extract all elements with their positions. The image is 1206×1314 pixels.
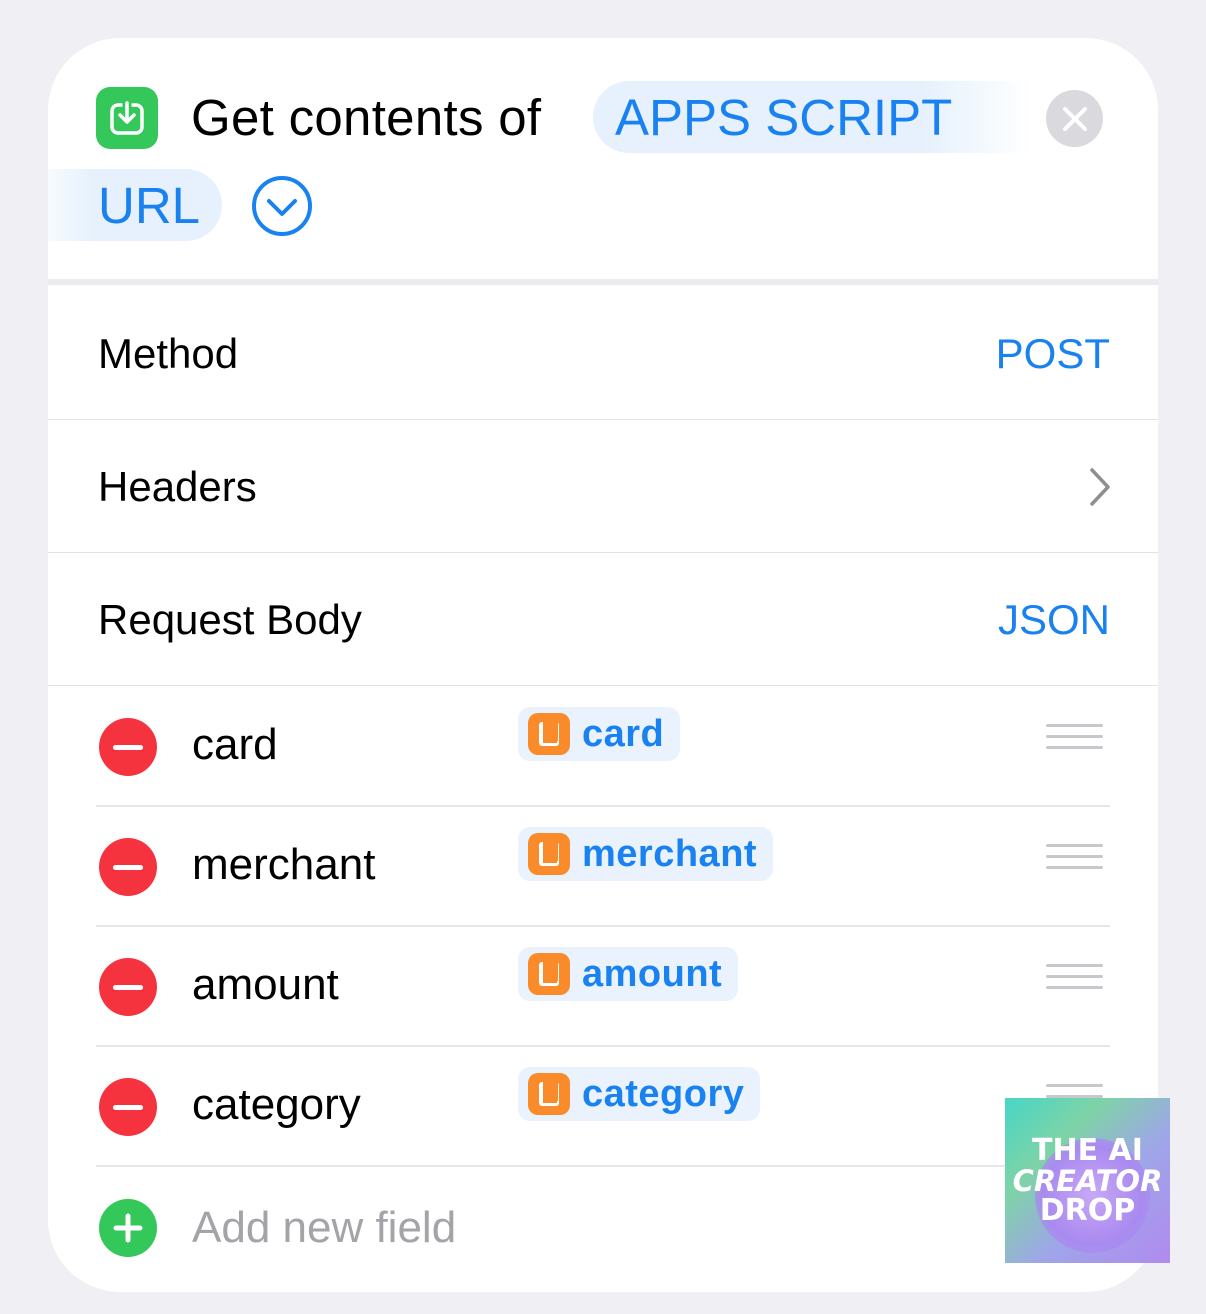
request-body-label: Request Body <box>98 595 362 643</box>
remove-field-button[interactable] <box>99 838 157 896</box>
field-value-token[interactable]: category <box>518 1067 761 1121</box>
field-value-token[interactable]: merchant <box>518 827 774 881</box>
download-icon <box>96 87 158 149</box>
watermark-logo: THE AI CREATOR DROP <box>1005 1098 1170 1263</box>
method-label: Method <box>98 329 239 377</box>
field-value-text: amount <box>582 952 723 995</box>
watermark-line2: CREATOR <box>1012 1164 1163 1198</box>
field-key[interactable]: merchant <box>192 840 375 890</box>
field-key[interactable]: card <box>192 720 278 770</box>
json-field-row: card card <box>48 687 1158 807</box>
header-divider <box>48 279 1158 285</box>
drag-handle-icon[interactable] <box>1046 844 1103 874</box>
field-value-text: merchant <box>582 832 758 875</box>
url-variable-token-continued[interactable]: URL <box>48 169 223 241</box>
field-key[interactable]: amount <box>192 960 339 1010</box>
field-value-token[interactable]: card <box>518 707 681 761</box>
watermark-line1: THE AI <box>1032 1133 1143 1168</box>
url-token-text-line2: URL <box>98 176 201 234</box>
add-field-row[interactable]: Add new field <box>48 1178 1158 1278</box>
plus-icon[interactable] <box>99 1199 157 1257</box>
json-field-row: merchant merchant <box>48 807 1158 927</box>
remove-field-button[interactable] <box>99 718 157 776</box>
remove-field-button[interactable] <box>99 958 157 1016</box>
chevron-right-icon <box>1090 468 1110 506</box>
minus-icon <box>113 984 143 990</box>
dictionary-icon <box>528 833 570 875</box>
json-field-row: category category <box>48 1047 1158 1167</box>
minus-icon <box>113 1104 143 1110</box>
chevron-down-icon[interactable] <box>251 175 313 237</box>
action-card: Get contents of APPS SCRIPT URL Method P… <box>48 38 1158 1292</box>
url-token-text-line1: APPS SCRIPT <box>615 88 953 146</box>
headers-label: Headers <box>98 462 257 510</box>
dictionary-icon <box>528 713 570 755</box>
request-body-value[interactable]: JSON <box>998 596 1110 644</box>
method-row[interactable]: Method POST <box>48 288 1158 420</box>
headers-row[interactable]: Headers <box>48 421 1158 553</box>
drag-handle-icon[interactable] <box>1046 964 1103 994</box>
field-key[interactable]: category <box>192 1080 361 1130</box>
dictionary-icon <box>528 953 570 995</box>
add-field-label[interactable]: Add new field <box>192 1203 456 1253</box>
remove-field-button[interactable] <box>99 1078 157 1136</box>
field-value-text: card <box>582 712 665 755</box>
field-divider <box>96 1165 1110 1167</box>
drag-handle-icon[interactable] <box>1046 724 1103 754</box>
json-field-row: amount amount <box>48 927 1158 1047</box>
watermark-line3: DROP <box>1039 1193 1136 1228</box>
request-body-row[interactable]: Request Body JSON <box>48 554 1158 686</box>
minus-icon <box>113 744 143 750</box>
field-value-text: category <box>582 1072 745 1115</box>
action-title: Get contents of <box>191 89 542 146</box>
close-icon[interactable] <box>1046 90 1103 147</box>
dictionary-icon <box>528 1073 570 1115</box>
minus-icon <box>113 864 143 870</box>
method-value[interactable]: POST <box>996 330 1110 378</box>
url-variable-token[interactable]: APPS SCRIPT <box>593 81 1033 153</box>
field-value-token[interactable]: amount <box>518 947 739 1001</box>
